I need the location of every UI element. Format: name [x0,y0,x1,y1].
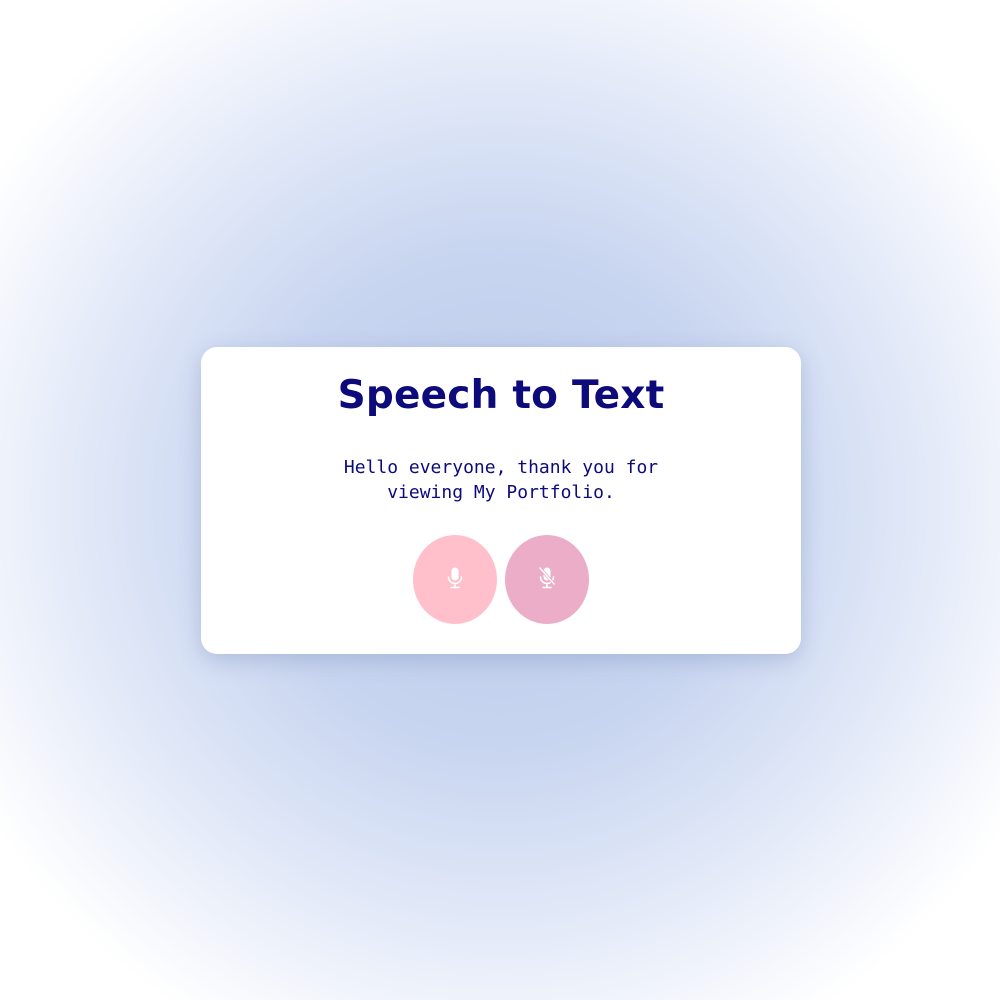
controls [201,535,801,624]
page-title: Speech to Text [337,373,665,418]
microphone-icon [445,566,465,593]
start-recording-button[interactable] [413,535,497,624]
speech-card: Speech to Text Hello everyone, thank you… [201,347,801,654]
stop-recording-button[interactable] [505,535,589,624]
microphone-slash-icon [537,566,557,593]
transcript-text: Hello everyone, thank you for viewing My… [343,457,659,503]
